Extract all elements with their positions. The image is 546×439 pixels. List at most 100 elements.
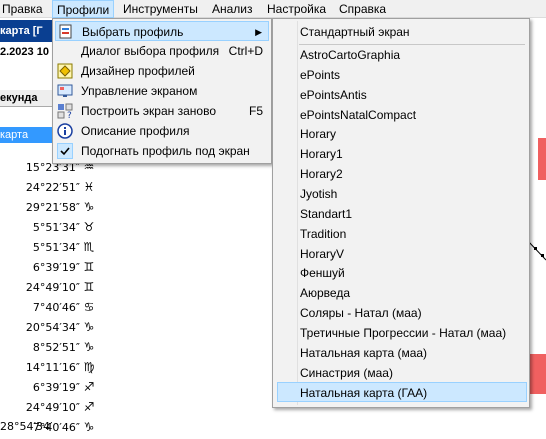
submenu-item-profile[interactable]: ePoints [297, 65, 527, 85]
submenu-item-profile[interactable]: Horary [297, 124, 527, 144]
position-row: 5°51′34″ ♏ [0, 239, 100, 259]
zodiac-sign-icon: ♑ [83, 320, 95, 334]
submenu-arrow-icon: ▶ [255, 27, 262, 37]
zodiac-sign-icon: ♊ [83, 280, 95, 294]
chart-date: 2.2023 10 [0, 46, 49, 58]
submenu-item-profile[interactable]: Jyotish [297, 184, 527, 204]
column-header-seconds[interactable]: екунда [0, 90, 52, 107]
menu-profiles[interactable]: Профили [52, 0, 115, 18]
position-degree: 6°39′19″ [32, 261, 80, 274]
position-degree: 24°49′10″ [25, 281, 80, 294]
position-row: 24°49′10″ ♊ [0, 279, 100, 299]
menu-item-label: Управление экраном [81, 84, 198, 98]
chart-window-title[interactable]: карта [Г [0, 20, 52, 42]
submenu-item-profile[interactable]: Аюрведа [297, 283, 527, 303]
position-degree: 7°40′46″ [32, 301, 80, 314]
menu-item-rebuild-screen[interactable]: ? Построить экран заново F5 [55, 101, 269, 121]
submenu-item-profile[interactable]: Натальная карта (маа) [297, 343, 527, 363]
submenu-item-label: Натальная карта (маа) [300, 345, 428, 360]
menu-edit[interactable]: Правка [2, 2, 43, 16]
menu-bar: Правка Профили Инструменты Анализ Настро… [0, 0, 546, 18]
info-icon [57, 123, 73, 139]
menu-item-label: Описание профиля [81, 124, 190, 138]
profiles-menu: Выбрать профиль ▶ Диалог выбора профиля … [52, 18, 272, 164]
submenu-item-label: Horary1 [300, 147, 343, 162]
profile-select-icon [58, 24, 74, 40]
submenu-item-standard-screen[interactable]: Стандартный экран [297, 22, 527, 42]
menu-item-fit-profile[interactable]: Подогнать профиль под экран [55, 141, 269, 161]
position-degree: 5°51′34″ [32, 221, 80, 234]
submenu-item-profile[interactable]: Horary2 [297, 164, 527, 184]
position-degree: 5°51′34″ [32, 241, 80, 254]
menu-item-screen-management[interactable]: Управление экраном [55, 81, 269, 101]
submenu-item-label: Феншуй [300, 266, 345, 281]
submenu-item-label: Horary2 [300, 167, 343, 182]
zodiac-sign-icon: ♍ [83, 360, 95, 374]
menu-item-profile-dialog[interactable]: Диалог выбора профиля Ctrl+D [55, 41, 269, 61]
submenu-item-label: Jyotish [300, 186, 338, 201]
menu-analysis[interactable]: Анализ [212, 2, 253, 16]
designer-icon [57, 63, 73, 79]
submenu-item-profile[interactable]: ePointsNatalCompact [297, 105, 527, 125]
submenu-item-profile[interactable]: AstroCartoGraphia [297, 45, 527, 65]
menu-item-label: Построить экран заново [81, 104, 216, 118]
position-row: 6°39′19″ ♐ [0, 379, 100, 399]
submenu-item-label: ePoints [300, 67, 341, 82]
position-row: 6°39′19″ ♊ [0, 259, 100, 279]
menu-item-label: Диалог выбора профиля [81, 44, 220, 58]
position-row: 5°51′34″ ♉ [0, 219, 100, 239]
menu-item-select-profile[interactable]: Выбрать профиль ▶ [55, 21, 269, 41]
rebuild-icon: ? [57, 103, 73, 121]
svg-text:?: ? [67, 111, 72, 119]
position-degree: 24°22′51″ [25, 181, 80, 194]
position-row: 14°11′16″ ♍ [0, 359, 100, 379]
zodiac-sign-icon: ♐ [83, 380, 95, 394]
submenu-item-label: Стандартный экран [300, 25, 410, 39]
position-row: 20°54′34″ ♑ [0, 319, 100, 339]
menu-item-profile-designer[interactable]: Дизайнер профилей [55, 61, 269, 81]
menu-settings[interactable]: Настройка [267, 2, 326, 16]
submenu-item-label: ePointsNatalCompact [300, 107, 417, 122]
position-degree: 8°52′51″ [32, 341, 80, 354]
menu-tools[interactable]: Инструменты [123, 2, 198, 16]
planet-positions-list: 15°23′31″ ♒ 24°22′51″ ♓ 29°21′58″ ♑ 5°51′34″ ♉ 5… [0, 159, 100, 439]
check-icon [57, 143, 73, 159]
chart-red-shape [530, 354, 546, 394]
submenu-item-profile[interactable]: Соляры - Натал (маа) [297, 303, 527, 323]
submenu-item-profile[interactable]: Horary1 [297, 144, 527, 164]
zodiac-sign-icon: ♏ [83, 240, 95, 254]
zodiac-sign-icon: ♑ [83, 200, 95, 214]
submenu-item-profile[interactable]: ePointsAntis [297, 85, 527, 105]
submenu-item-label: Третичные Прогрессии - Натал (маа) [300, 325, 507, 340]
screen-manage-icon [57, 83, 73, 99]
zodiac-sign-icon: ♊ [83, 260, 95, 274]
zodiac-sign-icon: ♐ [83, 400, 95, 414]
selected-chart-row[interactable]: карта [0, 127, 52, 143]
position-row: 24°49′10″ ♐ [0, 399, 100, 419]
shortcut-label: F5 [248, 104, 263, 118]
profile-submenu: Стандартный экран AstroCartoGraphia ePoin… [272, 18, 530, 408]
position-value-partial: 28°54′34″ [0, 420, 52, 433]
submenu-item-profile[interactable]: Третичные Прогрессии - Натал (маа) [297, 323, 527, 343]
position-row: 8°52′51″ ♑ [0, 339, 100, 359]
menu-help[interactable]: Справка [339, 2, 386, 16]
submenu-item-label: Standart1 [300, 206, 353, 221]
menu-item-label: Дизайнер профилей [81, 64, 195, 78]
submenu-item-profile[interactable]: Феншуй [297, 263, 527, 283]
zodiac-sign-icon: ♑ [83, 340, 95, 354]
submenu-item-profile[interactable]: HoraryV [297, 244, 527, 264]
zodiac-sign-icon: ♋ [83, 300, 95, 314]
position-row: 29°21′58″ ♑ [0, 199, 100, 219]
submenu-item-profile[interactable]: Tradition [297, 224, 527, 244]
submenu-item-profile[interactable]: Standart1 [297, 204, 527, 224]
menu-item-profile-description[interactable]: Описание профиля [55, 121, 269, 141]
position-degree: 6°39′19″ [32, 381, 80, 394]
submenu-item-label: Аюрведа [300, 286, 351, 301]
submenu-item-profile[interactable]: Натальная карта (ГАА) [277, 382, 527, 403]
submenu-item-label: AstroCartoGraphia [300, 48, 401, 62]
submenu-item-profile[interactable]: Синастрия (маа) [297, 363, 527, 383]
submenu-item-label: Синастрия (маа) [300, 365, 393, 380]
submenu-item-label: Соляры - Натал (маа) [300, 306, 422, 321]
submenu-item-label: HoraryV [300, 246, 345, 261]
zodiac-sign-icon: ♓ [83, 180, 95, 194]
